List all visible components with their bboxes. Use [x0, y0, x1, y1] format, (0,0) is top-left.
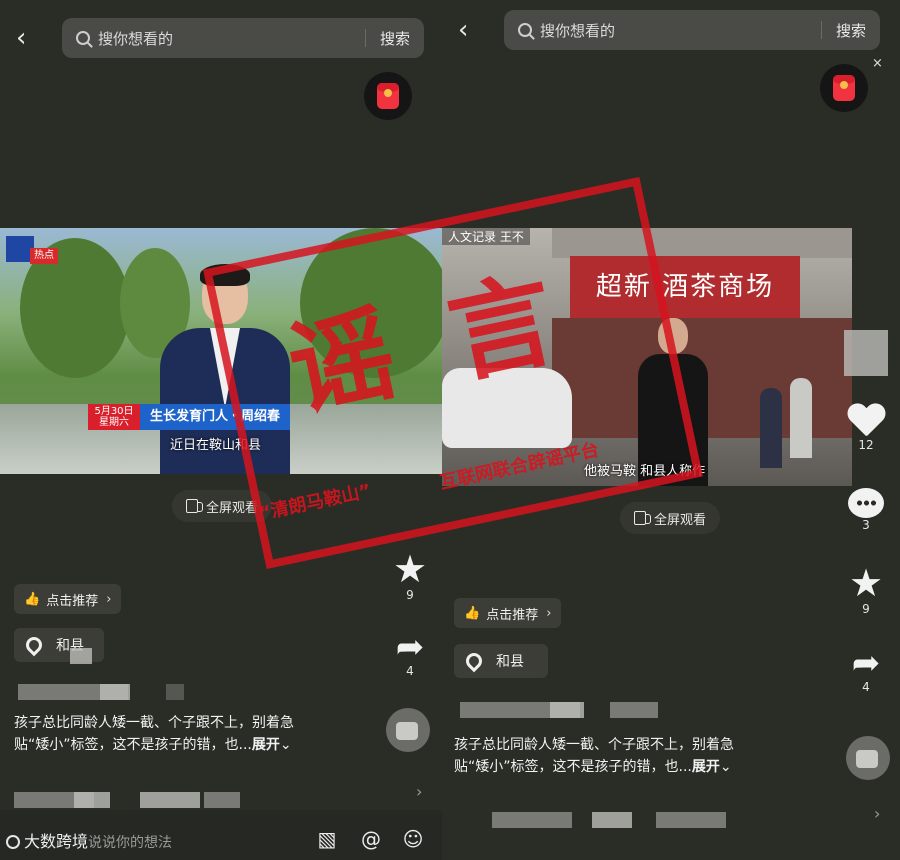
search-icon: [76, 31, 90, 45]
search-bar[interactable]: 搜你想看的 搜索: [62, 18, 424, 58]
thumbs-up-icon: 👍: [24, 591, 41, 607]
right-screenshot: ‹ 搜你想看的 搜索 × 超新 酒茶商场 人文记录 王不 他被马鞍 和县人称作 …: [442, 0, 900, 860]
red-packet-button[interactable]: [364, 72, 412, 120]
recommend-button[interactable]: 👍 点击推荐 ›: [14, 584, 122, 614]
search-input[interactable]: 搜你想看的: [98, 28, 365, 49]
chevron-right-icon[interactable]: ›: [416, 782, 422, 801]
blurred-username: [610, 702, 658, 718]
rotate-screen-icon: [186, 499, 203, 513]
favorite-action[interactable]: ★ 9: [388, 550, 432, 602]
emoji-icon[interactable]: ☺: [402, 828, 424, 850]
share-action[interactable]: ➦ 4: [388, 630, 432, 678]
share-count: 4: [406, 664, 414, 678]
blurred-content: [70, 648, 92, 664]
red-packet-icon: [833, 75, 855, 101]
star-icon: ★: [392, 547, 428, 591]
search-button[interactable]: 搜索: [366, 28, 424, 49]
bystander: [760, 388, 782, 468]
author-avatar[interactable]: [846, 736, 890, 780]
comment-count: 3: [862, 518, 870, 532]
parked-car: [442, 368, 572, 448]
shop-sign: 超新 酒茶商场: [570, 256, 800, 318]
video-subtitle: 他被马鞍 和县人称作: [584, 464, 706, 479]
share-count: 4: [862, 680, 870, 694]
chevron-right-icon: ›: [106, 591, 112, 607]
author-avatar[interactable]: [386, 708, 430, 752]
heart-icon: [847, 404, 885, 438]
video-description: 孩子总比同龄人矮一截、个子跟不上，别着急 贴“矮小”标签，这不是孩子的错，也..…: [14, 715, 294, 753]
blurred-content: [140, 792, 200, 808]
favorite-action[interactable]: ★ 9: [844, 564, 888, 616]
thumbs-up-icon: 👍: [464, 605, 481, 621]
share-action[interactable]: ➦ 4: [844, 646, 888, 694]
news-lower-third: 5月30日 星期六 生长发育门人・周绍春: [88, 404, 291, 430]
image-icon[interactable]: ▧: [316, 828, 338, 850]
brand-logo-icon: [6, 835, 20, 849]
chevron-right-icon[interactable]: ›: [874, 804, 880, 823]
blurred-username: [166, 684, 184, 700]
red-packet-button[interactable]: [820, 64, 868, 112]
comment-input-placeholder[interactable]: 说说你的想法: [88, 835, 172, 851]
expand-link[interactable]: 展开: [252, 737, 280, 753]
comment-icon: [848, 488, 884, 518]
video-player-left[interactable]: 热点 5月30日 星期六 生长发育门人・周绍春 近日在鞍山和县: [0, 228, 442, 474]
video-subtitle: 近日在鞍山和县: [170, 438, 262, 453]
location-pin-icon: [22, 633, 46, 657]
blurred-content: [592, 812, 632, 828]
fullscreen-button[interactable]: 全屏观看: [620, 502, 721, 534]
building-facade: [552, 228, 852, 258]
star-icon: ★: [848, 561, 884, 605]
blurred-username: [550, 702, 584, 718]
lower-third-date: 5月30日 星期六: [88, 404, 140, 430]
video-player-right[interactable]: 超新 酒茶商场 人文记录 王不 他被马鞍 和县人称作: [442, 228, 852, 486]
video-caption: 人文记录 王不: [442, 228, 530, 245]
comment-input-bar[interactable]: 大数跨境说说你的想法 ▧ @ ☺: [0, 810, 442, 860]
blurred-username: [100, 684, 130, 700]
blurred-content: [656, 812, 726, 828]
blurred-content: [492, 812, 572, 828]
chevron-down-icon: ⌄: [719, 759, 732, 775]
blurred-content: [204, 792, 240, 808]
close-icon[interactable]: ×: [872, 56, 883, 71]
rotate-screen-icon: [634, 511, 651, 525]
search-button[interactable]: 搜索: [822, 20, 880, 41]
back-icon[interactable]: ‹: [16, 24, 38, 52]
at-icon[interactable]: @: [360, 828, 382, 850]
back-icon[interactable]: ‹: [458, 16, 480, 44]
share-icon: ➦: [851, 643, 881, 683]
fullscreen-button[interactable]: 全屏观看: [172, 490, 273, 522]
share-icon: ➦: [395, 627, 425, 667]
red-packet-icon: [377, 83, 399, 109]
chevron-right-icon: ›: [546, 605, 552, 621]
expand-link[interactable]: 展开: [692, 759, 720, 775]
chevron-down-icon: ⌄: [279, 737, 292, 753]
search-bar[interactable]: 搜你想看的 搜索: [504, 10, 880, 50]
bystander: [790, 378, 812, 458]
brand-watermark: 大数跨境说说你的想法: [6, 828, 172, 852]
location-tag[interactable]: 和县: [454, 644, 548, 678]
left-screenshot: ‹ 搜你想看的 搜索 热点 5月30日 星期六 生长发育门人・周绍春 近日在鞍山…: [0, 0, 442, 860]
comment-action[interactable]: 3: [844, 488, 888, 532]
blurred-avatar: [844, 330, 888, 376]
blurred-content: [74, 792, 110, 808]
lower-third-title: 生长发育门人・周绍春: [140, 404, 291, 430]
news-tag: 热点: [30, 248, 58, 264]
tree-decoration: [300, 228, 442, 378]
search-input[interactable]: 搜你想看的: [540, 20, 821, 41]
like-action[interactable]: 12: [844, 404, 888, 452]
location-pin-icon: [462, 649, 486, 673]
recommend-button[interactable]: 👍 点击推荐 ›: [454, 598, 562, 628]
search-icon: [518, 23, 532, 37]
video-description: 孩子总比同龄人矮一截、个子跟不上，别着急 贴“矮小”标签，这不是孩子的错，也..…: [454, 737, 734, 775]
like-count: 12: [858, 438, 874, 452]
